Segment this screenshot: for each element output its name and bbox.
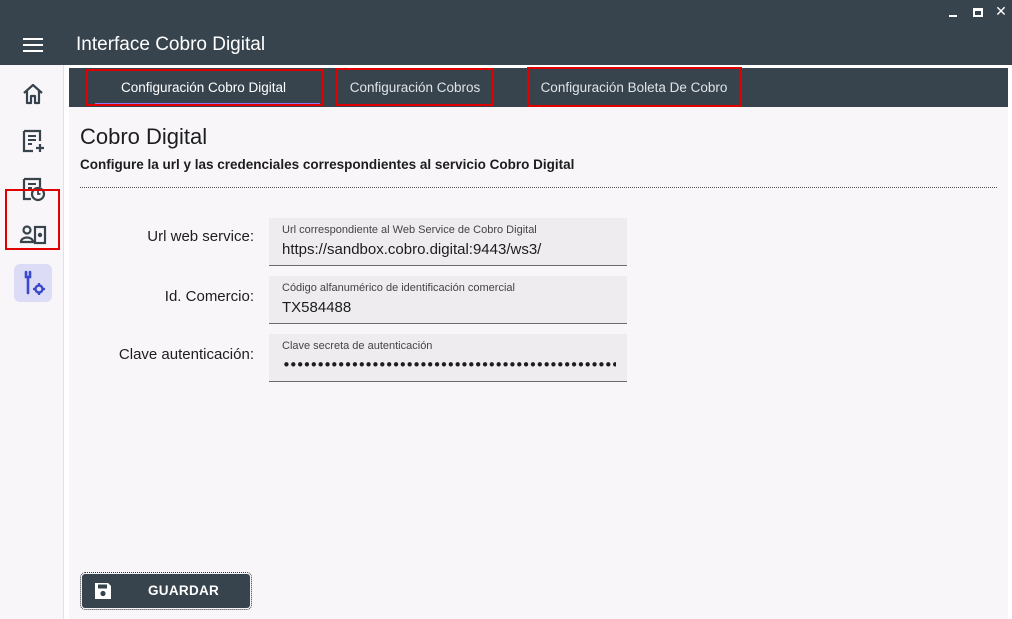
comercio-label: Id. Comercio: bbox=[164, 288, 254, 305]
window-titlebar: ✕ bbox=[0, 0, 1012, 25]
maximize-button[interactable] bbox=[968, 3, 988, 21]
clave-hint: Clave secreta de autenticación bbox=[282, 340, 433, 352]
comercio-field[interactable]: Código alfanumérico de identificación co… bbox=[269, 276, 627, 324]
clave-input[interactable]: ••••••••••••••••••••••••••••••••••••••••… bbox=[282, 356, 616, 374]
app-window: ✕ Interface Cobro Digital Configuración … bbox=[0, 0, 1012, 619]
clave-field[interactable]: Clave secreta de autenticación •••••••••… bbox=[269, 334, 627, 382]
close-icon: ✕ bbox=[995, 4, 1007, 20]
sidebar-item-settings[interactable] bbox=[14, 264, 52, 302]
highlight-tab-3 bbox=[527, 67, 742, 107]
url-hint: Url correspondiente al Web Service de Co… bbox=[282, 224, 537, 236]
highlight-tab-2 bbox=[336, 68, 494, 106]
save-button[interactable]: GUARDAR bbox=[80, 572, 252, 610]
minimize-button[interactable] bbox=[943, 3, 963, 21]
url-field[interactable]: Url correspondiente al Web Service de Co… bbox=[269, 218, 627, 266]
sidebar-item-home[interactable] bbox=[14, 75, 52, 113]
close-button[interactable]: ✕ bbox=[991, 3, 1011, 21]
app-header: Interface Cobro Digital bbox=[0, 25, 1012, 65]
receipt-add-icon bbox=[22, 129, 44, 153]
maximize-icon bbox=[973, 7, 983, 17]
sidebar bbox=[0, 65, 64, 619]
comercio-hint: Código alfanumérico de identificación co… bbox=[282, 282, 515, 294]
url-label: Url web service: bbox=[147, 228, 254, 245]
divider bbox=[80, 187, 997, 188]
highlight-settings-nav bbox=[5, 189, 60, 250]
url-input[interactable]: https://sandbox.cobro.digital:9443/ws3/ bbox=[282, 241, 541, 258]
clave-label: Clave autenticación: bbox=[118, 346, 254, 363]
minimize-icon bbox=[949, 15, 957, 17]
menu-icon[interactable] bbox=[23, 37, 43, 53]
highlight-tab-1 bbox=[86, 69, 324, 106]
save-button-label: GUARDAR bbox=[148, 583, 220, 598]
page-subtitle: Configure la url y las credenciales corr… bbox=[80, 157, 575, 172]
main-content: Cobro Digital Configure la url y las cre… bbox=[69, 107, 1008, 619]
tools-settings-icon bbox=[24, 270, 45, 295]
page-title: Cobro Digital bbox=[80, 124, 208, 149]
save-icon bbox=[95, 583, 111, 599]
comercio-input[interactable]: TX584488 bbox=[282, 299, 351, 316]
home-icon bbox=[23, 83, 43, 105]
app-title: Interface Cobro Digital bbox=[76, 34, 266, 55]
sidebar-item-new-receipt[interactable] bbox=[14, 122, 52, 160]
